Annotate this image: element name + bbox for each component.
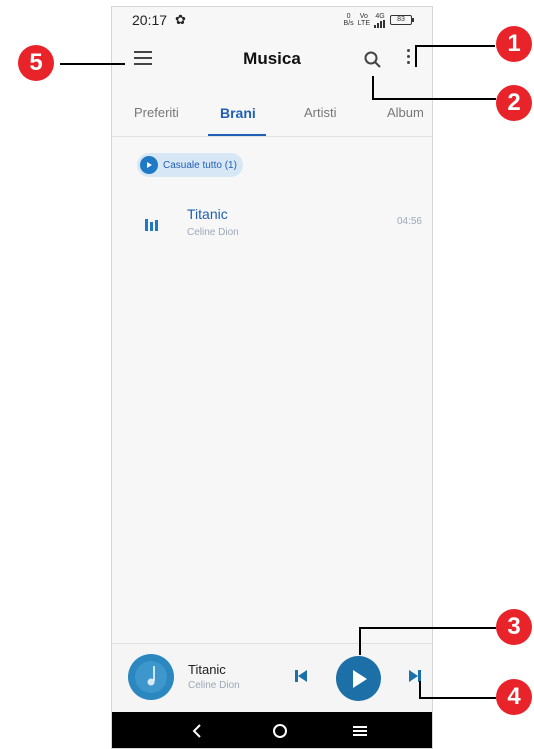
song-title: Titanic	[187, 206, 228, 222]
player-title: Titanic	[188, 662, 226, 677]
callout-3: 3	[496, 609, 532, 645]
phone-screen: 20:17 ✿ 0 B/s Vo LTE 4G 83 Musica Prefer	[111, 6, 433, 749]
callout-1: 1	[496, 26, 532, 62]
net-speed: 0 B/s	[343, 13, 354, 27]
callout-3-leader-vertical	[359, 627, 361, 655]
tab-artisti[interactable]: Artisti	[304, 105, 337, 120]
active-tab-indicator	[208, 134, 266, 136]
callout-5: 5	[18, 45, 54, 81]
settings-gear-icon: ✿	[175, 12, 186, 27]
nav-home-icon[interactable]	[272, 723, 288, 739]
song-artist: Celine Dion	[187, 227, 239, 238]
callout-2-leader	[372, 98, 496, 100]
app-bar: Musica	[112, 33, 432, 85]
song-duration: 04:56	[396, 216, 422, 227]
signal-icon: 4G	[374, 13, 386, 28]
skip-next-icon[interactable]	[407, 668, 423, 684]
callout-4-leader	[419, 697, 496, 699]
tab-preferiti[interactable]: Preferiti	[134, 105, 179, 120]
callout-1-leader	[415, 45, 495, 47]
status-time: 20:17	[132, 12, 168, 28]
shuffle-play-icon	[140, 156, 158, 174]
page-title: Musica	[243, 49, 301, 68]
system-nav-bar	[112, 712, 432, 748]
equalizer-icon	[145, 217, 160, 231]
skip-previous-icon[interactable]	[293, 668, 309, 684]
more-vert-icon[interactable]	[404, 49, 412, 71]
nav-back-icon[interactable]	[190, 723, 204, 739]
shuffle-label: Casuale tutto (1)	[163, 159, 237, 171]
list-item[interactable]: Titanic Celine Dion 04:56	[112, 203, 432, 249]
callout-4: 4	[496, 679, 532, 715]
volte-indicator: Vo LTE	[357, 13, 370, 27]
search-icon[interactable]	[362, 49, 384, 71]
player-artist: Celine Dion	[188, 680, 240, 691]
callout-2: 2	[496, 85, 532, 121]
play-icon[interactable]	[336, 656, 381, 701]
callout-2-leader-vertical	[372, 76, 374, 99]
nav-recents-icon[interactable]	[352, 724, 368, 738]
tab-bar: Preferiti Brani Artisti Album	[112, 97, 432, 137]
callout-1-leader-vertical	[415, 45, 417, 67]
status-icons: 0 B/s Vo LTE 4G 83	[343, 13, 414, 28]
callout-5-leader	[60, 63, 125, 65]
tab-album[interactable]: Album	[387, 105, 424, 120]
battery-icon: 83	[390, 15, 414, 25]
tab-brani[interactable]: Brani	[220, 105, 256, 121]
status-bar: 20:17 ✿ 0 B/s Vo LTE 4G 83	[112, 7, 432, 33]
shuffle-all-button[interactable]: Casuale tutto (1)	[137, 153, 243, 177]
mini-player: Titanic Celine Dion	[112, 643, 432, 712]
album-cover-icon[interactable]	[128, 654, 174, 700]
callout-4-leader-vertical	[419, 681, 421, 698]
callout-3-leader	[359, 627, 496, 629]
